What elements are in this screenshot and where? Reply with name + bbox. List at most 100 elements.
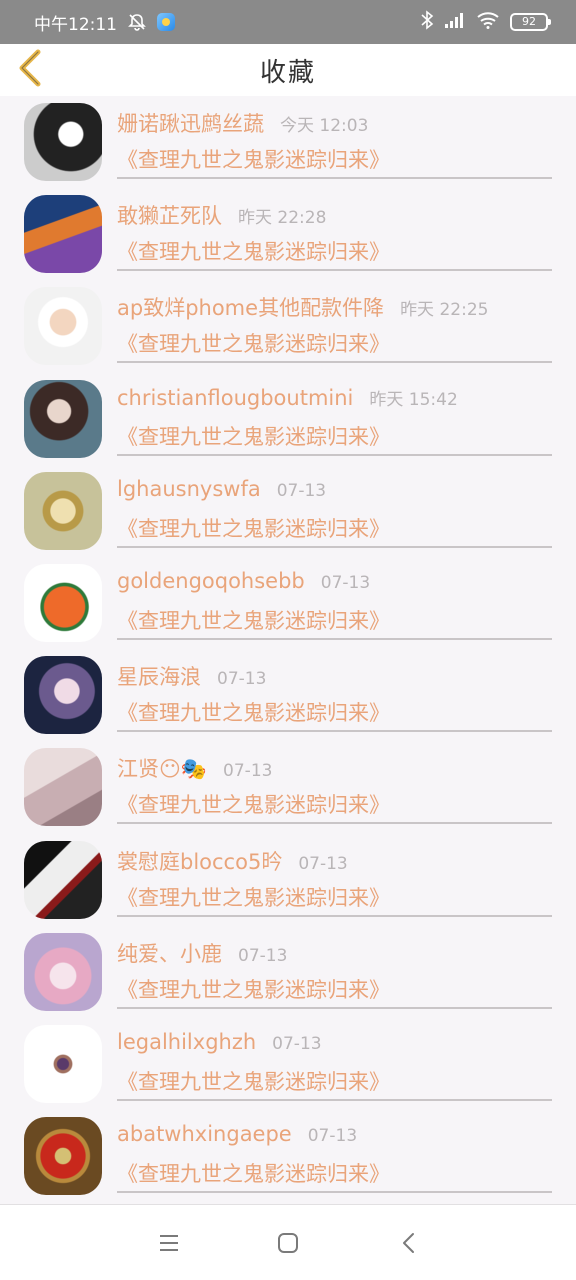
movie-title[interactable]: 《查理九世之鬼影迷踪归来》	[117, 697, 390, 727]
username[interactable]: ap致烊phome其他配款件降	[117, 292, 384, 322]
avatar[interactable]	[24, 932, 102, 1011]
username[interactable]: legalhilxghzh	[117, 1030, 256, 1054]
list-item[interactable]: 姗诺踿迅鹧丝蔬 今天 12:03 《查理九世之鬼影迷踪归来》	[0, 96, 576, 188]
status-left: 中午12:11	[34, 10, 175, 35]
avatar[interactable]	[24, 748, 102, 827]
username[interactable]: abatwhxingaepe	[117, 1122, 292, 1146]
timestamp: 07-13	[307, 1126, 358, 1147]
item-body: ap致烊phome其他配款件降 昨天 22:25 《查理九世之鬼影迷踪归来》	[117, 280, 552, 364]
item-body: 裳慰庭blocco5昑 07-13 《查理九世之鬼影迷踪归来》	[117, 834, 552, 917]
item-header: 星辰海浪 07-13	[117, 661, 266, 691]
timestamp: 昨天 22:25	[400, 300, 489, 321]
item-header: 江贤😶🎭 07-13	[117, 753, 272, 783]
username[interactable]: goldengoqohsebb	[117, 569, 305, 593]
list-item[interactable]: goldengoqohsebb 07-13 《查理九世之鬼影迷踪归来》	[0, 557, 576, 649]
status-right: 92	[420, 9, 551, 35]
item-body: 敢獭芷死队 昨天 22:28 《查理九世之鬼影迷踪归来》	[117, 188, 552, 272]
item-header: abatwhxingaepe 07-13	[117, 1122, 357, 1146]
movie-title[interactable]: 《查理九世之鬼影迷踪归来》	[117, 974, 390, 1004]
movie-title[interactable]: 《查理九世之鬼影迷踪归来》	[117, 328, 390, 358]
favorites-list[interactable]: 姗诺踿迅鹧丝蔬 今天 12:03 《查理九世之鬼影迷踪归来》 敢獭芷死队 昨天 …	[0, 96, 576, 1204]
list-item[interactable]: christianflougboutmini 昨天 15:42 《查理九世之鬼影…	[0, 373, 576, 465]
wifi-icon	[476, 11, 500, 34]
list-item[interactable]: lghausnyswfa 07-13 《查理九世之鬼影迷踪归来》	[0, 465, 576, 557]
home-square-icon	[276, 1233, 300, 1259]
list-item[interactable]: ap致烊phome其他配款件降 昨天 22:25 《查理九世之鬼影迷踪归来》	[0, 280, 576, 372]
bluetooth-icon	[420, 9, 434, 35]
system-nav-bar	[0, 1204, 576, 1280]
avatar[interactable]	[24, 840, 102, 919]
timestamp: 07-13	[223, 761, 273, 782]
timestamp: 07-13	[320, 572, 371, 593]
item-header: 纯爱、小鹿 07-13	[117, 938, 287, 968]
home-button[interactable]	[276, 1231, 300, 1255]
header: 收藏	[0, 44, 576, 96]
signal-icon	[444, 11, 466, 34]
timestamp: 07-13	[272, 1033, 322, 1054]
back-button[interactable]	[14, 48, 46, 92]
username[interactable]: 纯爱、小鹿	[117, 938, 222, 968]
avatar[interactable]	[24, 471, 102, 550]
list-item[interactable]: 星辰海浪 07-13 《查理九世之鬼影迷踪归来》	[0, 649, 576, 741]
timestamp: 07-13	[276, 480, 327, 501]
movie-title[interactable]: 《查理九世之鬼影迷踪归来》	[117, 789, 390, 819]
item-body: 江贤😶🎭 07-13 《查理九世之鬼影迷踪归来》	[117, 741, 552, 825]
item-header: christianflougboutmini 昨天 15:42	[117, 385, 458, 410]
username[interactable]: 裳慰庭blocco5昑	[117, 846, 282, 876]
avatar[interactable]	[24, 1024, 102, 1103]
list-item[interactable]: abatwhxingaepe 07-13 《查理九世之鬼影迷踪归来》	[0, 1110, 576, 1202]
list-item[interactable]: legalhilxghzh 07-13 《查理九世之鬼影迷踪归来》	[0, 1018, 576, 1110]
item-body: 姗诺踿迅鹧丝蔬 今天 12:03 《查理九世之鬼影迷踪归来》	[117, 96, 552, 179]
chevron-left-icon	[16, 48, 44, 92]
movie-title[interactable]: 《查理九世之鬼影迷踪归来》	[117, 144, 390, 174]
avatar[interactable]	[24, 563, 102, 642]
username[interactable]: 敢獭芷死队	[117, 200, 222, 230]
list-item[interactable]: 江贤😶🎭 07-13 《查理九世之鬼影迷踪归来》	[0, 741, 576, 833]
movie-title[interactable]: 《查理九世之鬼影迷踪归来》	[117, 1158, 390, 1188]
item-header: 裳慰庭blocco5昑 07-13	[117, 846, 348, 876]
system-back-button[interactable]	[397, 1231, 421, 1255]
timestamp: 07-13	[217, 669, 267, 690]
movie-title[interactable]: 《查理九世之鬼影迷踪归来》	[117, 605, 390, 635]
avatar[interactable]	[24, 287, 102, 366]
item-body: legalhilxghzh 07-13 《查理九世之鬼影迷踪归来》	[117, 1018, 552, 1101]
app-notification-icon	[157, 13, 175, 31]
item-header: legalhilxghzh 07-13	[117, 1030, 322, 1054]
item-header: 姗诺踿迅鹧丝蔬 今天 12:03	[117, 108, 368, 138]
page-title: 收藏	[259, 57, 316, 88]
username[interactable]: 星辰海浪	[117, 661, 201, 691]
item-header: ap致烊phome其他配款件降 昨天 22:25	[117, 292, 488, 322]
movie-title[interactable]: 《查理九世之鬼影迷踪归来》	[117, 882, 390, 912]
status-bar: 中午12:11 92	[0, 0, 576, 44]
list-item[interactable]: 纯爱、小鹿 07-13 《查理九世之鬼影迷踪归来》	[0, 926, 576, 1018]
item-body: goldengoqohsebb 07-13 《查理九世之鬼影迷踪归来》	[117, 557, 552, 640]
bell-off-icon	[127, 12, 147, 32]
movie-title[interactable]: 《查理九世之鬼影迷踪归来》	[117, 421, 390, 451]
item-body: 星辰海浪 07-13 《查理九世之鬼影迷踪归来》	[117, 649, 552, 733]
item-body: lghausnyswfa 07-13 《查理九世之鬼影迷踪归来》	[117, 465, 552, 548]
status-time: 中午12:11	[34, 14, 117, 35]
avatar[interactable]	[24, 379, 102, 458]
item-header: 敢獭芷死队 昨天 22:28	[117, 200, 326, 230]
menu-button[interactable]	[157, 1231, 181, 1255]
username[interactable]: lghausnyswfa	[117, 477, 261, 501]
timestamp: 昨天 22:28	[238, 208, 327, 229]
username[interactable]: christianflougboutmini	[117, 386, 353, 410]
movie-title[interactable]: 《查理九世之鬼影迷踪归来》	[117, 513, 390, 543]
list-item[interactable]: 裳慰庭blocco5昑 07-13 《查理九世之鬼影迷踪归来》	[0, 834, 576, 926]
avatar[interactable]	[24, 1117, 102, 1196]
item-body: christianflougboutmini 昨天 15:42 《查理九世之鬼影…	[117, 373, 552, 456]
timestamp: 07-13	[238, 945, 288, 966]
username[interactable]: 姗诺踿迅鹧丝蔬	[117, 108, 264, 138]
timestamp: 昨天 15:42	[369, 389, 458, 410]
avatar[interactable]	[24, 656, 102, 735]
movie-title[interactable]: 《查理九世之鬼影迷踪归来》	[117, 1066, 390, 1096]
movie-title[interactable]: 《查理九世之鬼影迷踪归来》	[117, 236, 390, 266]
avatar[interactable]	[24, 103, 102, 181]
username[interactable]: 江贤😶🎭	[117, 753, 207, 783]
avatar[interactable]	[24, 195, 102, 274]
item-body: abatwhxingaepe 07-13 《查理九世之鬼影迷踪归来》	[117, 1110, 552, 1194]
item-body: 纯爱、小鹿 07-13 《查理九世之鬼影迷踪归来》	[117, 926, 552, 1009]
timestamp: 07-13	[298, 853, 348, 874]
list-item[interactable]: 敢獭芷死队 昨天 22:28 《查理九世之鬼影迷踪归来》	[0, 188, 576, 280]
